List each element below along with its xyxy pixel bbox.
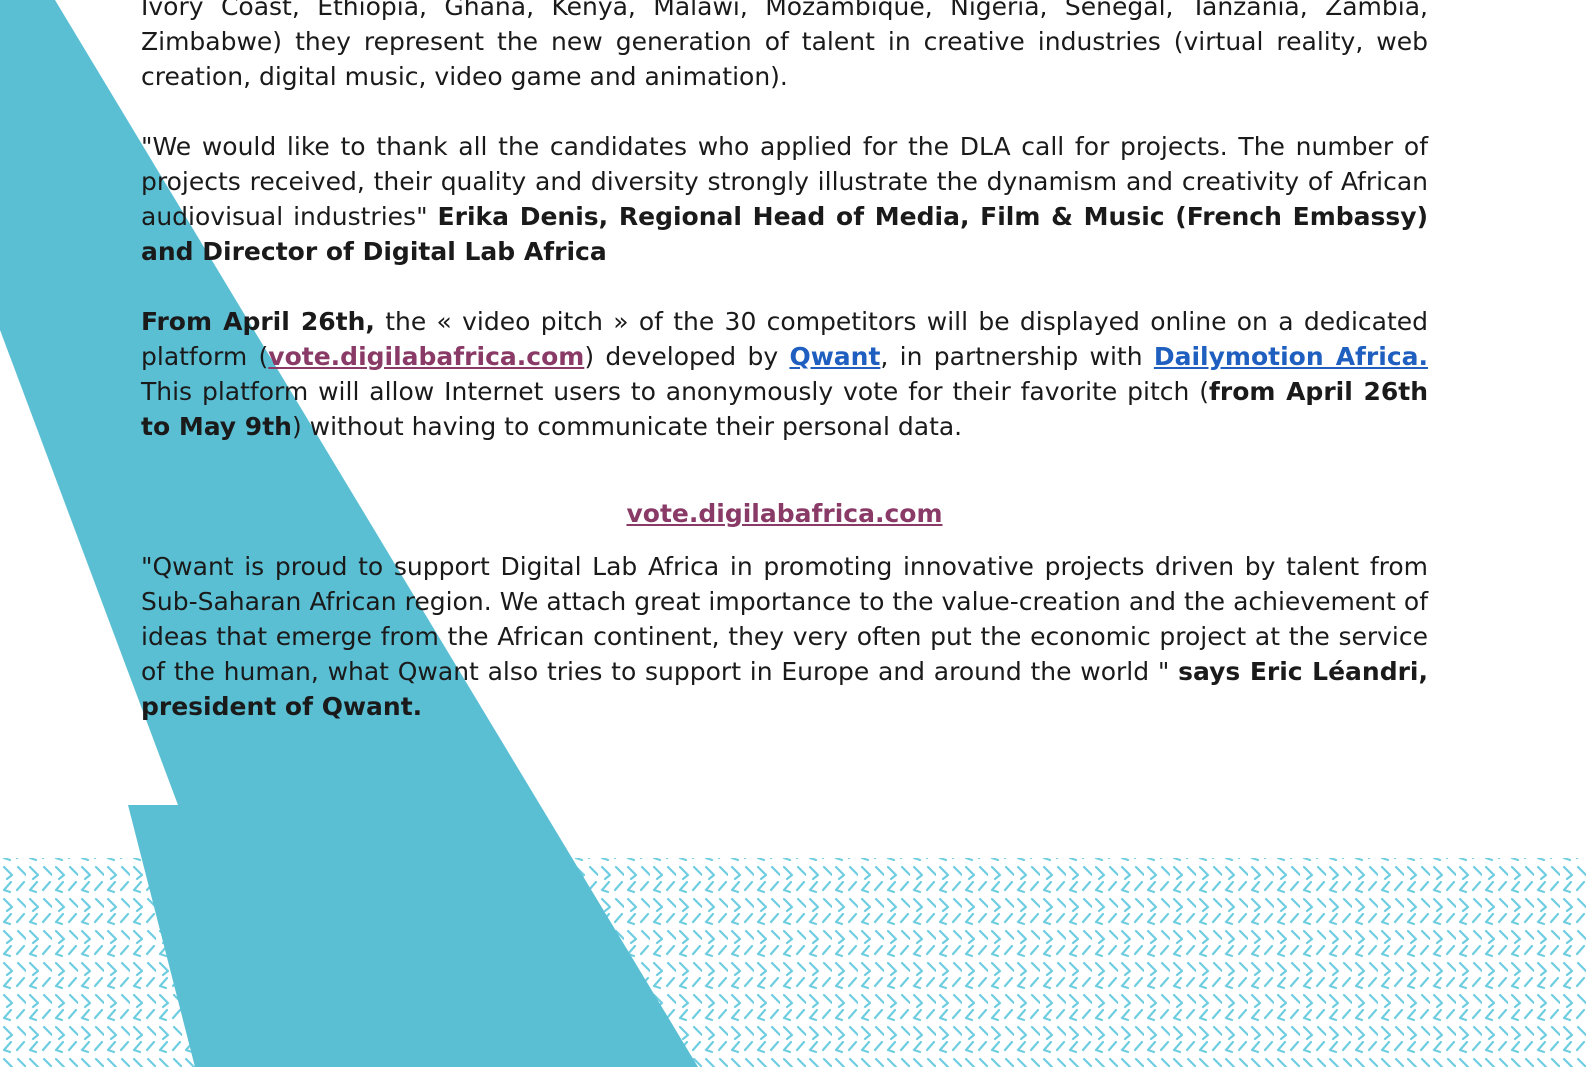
document-page: Ivory Coast, Ethiopia, Ghana, Kenya, Mal… [0, 0, 1588, 1067]
vote-text-5: ) without having to communicate their pe… [291, 412, 963, 441]
paragraph-vote: From April 26th, the « video pitch » of … [141, 304, 1428, 444]
intro-line-1: Ivory Coast, Ethiopia, Ghana, Kenya, Mal… [141, 0, 1308, 21]
vote-text-3: , in partnership with [880, 342, 1154, 371]
vote-lead: From April 26th, [141, 307, 375, 336]
vote-text-4: This platform will allow Internet users … [141, 377, 1209, 406]
centered-vote-link[interactable]: vote.digilabafrica.com [626, 499, 942, 528]
vote-platform-link[interactable]: vote.digilabafrica.com [268, 342, 584, 371]
vote-text-2: ) developed by [584, 342, 790, 371]
qwant-link[interactable]: Qwant [789, 342, 880, 371]
paragraph-quote-eric: "Qwant is proud to support Digital Lab A… [141, 549, 1428, 724]
paragraph-quote-erika: "We would like to thank all the candidat… [141, 129, 1428, 269]
paragraph-intro: Ivory Coast, Ethiopia, Ghana, Kenya, Mal… [141, 0, 1428, 94]
centered-vote-link-row: vote.digilabafrica.com [141, 496, 1428, 531]
article-body: Ivory Coast, Ethiopia, Ghana, Kenya, Mal… [141, 0, 1428, 724]
dailymotion-link[interactable]: Dailymotion Africa. [1154, 342, 1428, 371]
